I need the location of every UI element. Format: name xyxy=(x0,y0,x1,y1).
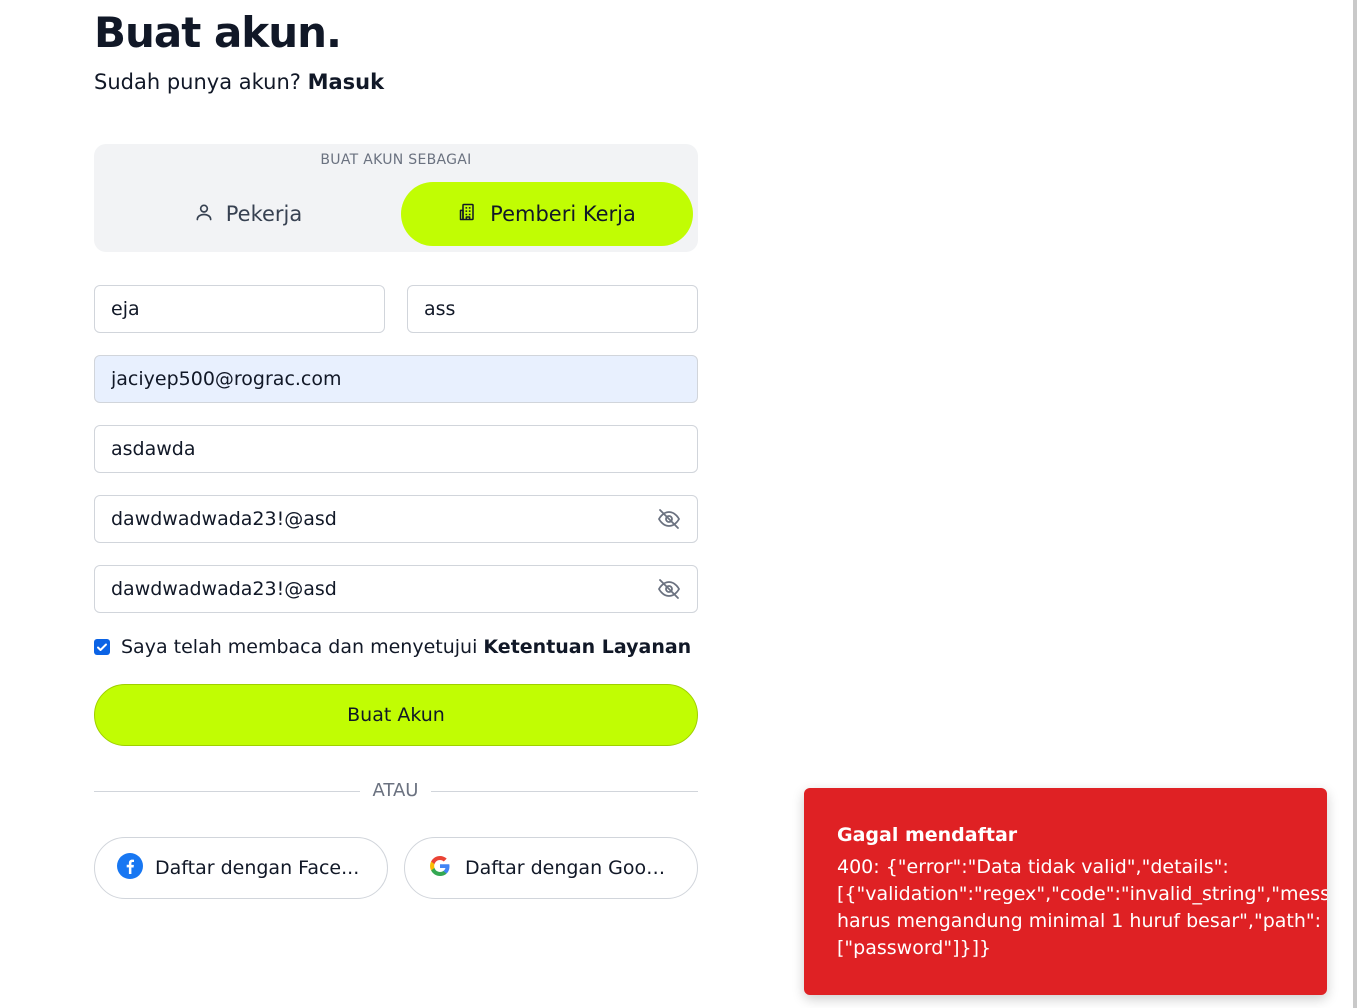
role-option-employer[interactable]: Pemberi Kerja xyxy=(401,182,693,246)
role-option-worker-label: Pekerja xyxy=(225,202,303,226)
terms-row: Saya telah membaca dan menyetujui Ketent… xyxy=(94,636,691,658)
email-value: jaciyep500@rograc.com xyxy=(111,368,342,390)
google-signup-button[interactable]: Daftar dengan Google xyxy=(404,837,698,899)
email-field[interactable]: jaciyep500@rograc.com xyxy=(94,355,698,403)
eye-off-icon[interactable] xyxy=(657,507,681,531)
last-name-field[interactable]: ass xyxy=(407,285,698,333)
google-icon xyxy=(427,853,453,884)
terms-link[interactable]: Ketentuan Layanan xyxy=(483,636,691,658)
confirm-password-field[interactable]: dawdwadwada23!@asd xyxy=(94,565,698,613)
facebook-signup-button[interactable]: Daftar dengan Face... xyxy=(94,837,388,899)
toast-title: Gagal mendaftar xyxy=(837,824,1018,846)
login-prompt: Sudah punya akun? Masuk xyxy=(94,70,384,94)
or-divider-text: ATAU xyxy=(372,780,419,801)
confirm-password-value: dawdwadwada23!@asd xyxy=(111,578,337,600)
terms-checkbox[interactable] xyxy=(94,639,110,655)
toast-message: 400: {"error":"Data tidak valid","detail… xyxy=(837,856,1327,959)
facebook-signup-label: Daftar dengan Face... xyxy=(155,857,360,879)
building-icon xyxy=(458,202,478,227)
page-title: Buat akun. xyxy=(94,8,342,57)
google-signup-label: Daftar dengan Google xyxy=(465,857,675,879)
eye-off-icon[interactable] xyxy=(657,577,681,601)
error-toast[interactable]: Gagal mendaftar 400: {"error":"Data tida… xyxy=(804,788,1327,995)
username-field[interactable]: asdawda xyxy=(94,425,698,473)
login-prompt-text: Sudah punya akun? xyxy=(94,70,301,94)
role-selector: BUAT AKUN SEBAGAI Pekerja Pemberi Kerja xyxy=(94,144,698,252)
create-account-button[interactable]: Buat Akun xyxy=(94,684,698,746)
last-name-value: ass xyxy=(424,298,456,320)
facebook-icon xyxy=(117,852,143,884)
terms-text: Saya telah membaca dan menyetujui xyxy=(121,636,478,658)
or-divider: ATAU xyxy=(94,780,698,804)
role-option-worker[interactable]: Pekerja xyxy=(102,182,394,246)
password-value: dawdwadwada23!@asd xyxy=(111,508,337,530)
password-field[interactable]: dawdwadwada23!@asd xyxy=(94,495,698,543)
role-selector-caption: BUAT AKUN SEBAGAI xyxy=(320,152,472,168)
role-option-employer-label: Pemberi Kerja xyxy=(490,202,636,226)
first-name-field[interactable]: eja xyxy=(94,285,385,333)
username-value: asdawda xyxy=(111,438,196,460)
login-link[interactable]: Masuk xyxy=(308,70,384,94)
first-name-value: eja xyxy=(111,298,140,320)
scrollbar-thumb[interactable] xyxy=(1353,0,1357,1008)
user-icon xyxy=(194,202,214,227)
